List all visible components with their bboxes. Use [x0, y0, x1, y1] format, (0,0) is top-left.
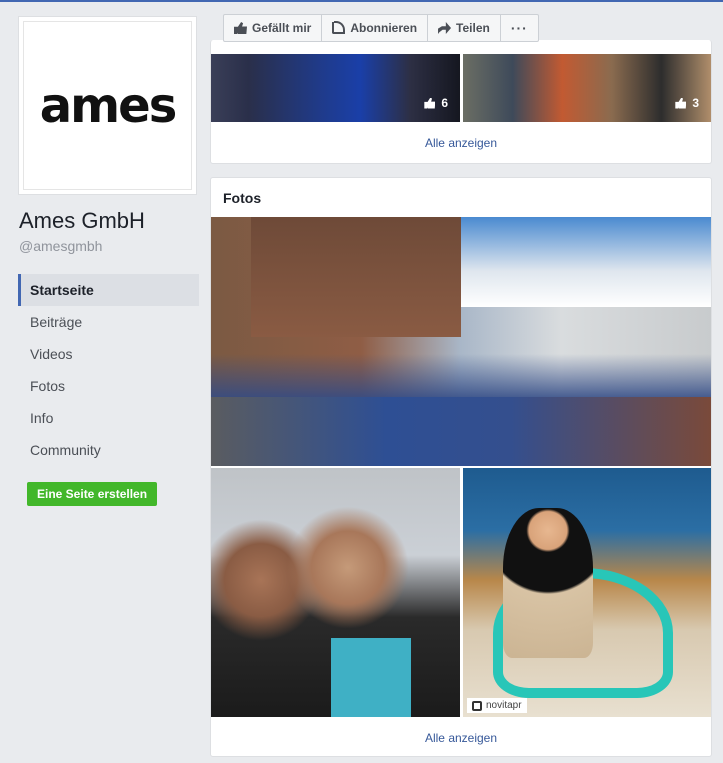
sidebar-item-community[interactable]: Community — [18, 434, 199, 466]
sidebar-item-videos[interactable]: Videos — [18, 338, 199, 370]
repost-badge: novitapr — [467, 698, 527, 713]
repost-username: novitapr — [486, 700, 522, 711]
photo-brick-wall — [251, 217, 461, 337]
photo-women-portrait[interactable] — [211, 468, 460, 717]
videos-card: 6 3 Alle anzeigen — [210, 40, 712, 164]
sidebar-item-beitraege[interactable]: Beiträge — [18, 306, 199, 338]
photos-see-all-link[interactable]: Alle anzeigen — [211, 731, 711, 745]
photo-chair-lounge[interactable]: novitapr — [463, 468, 711, 717]
share-label: Teilen — [456, 21, 490, 35]
page-title[interactable]: Ames GmbH — [19, 208, 145, 234]
sidebar-item-info[interactable]: Info — [18, 402, 199, 434]
share-arrow-icon — [438, 22, 452, 34]
thumbs-up-icon — [675, 97, 687, 109]
logo: ames — [39, 77, 178, 134]
profile-picture[interactable]: ames — [18, 16, 197, 195]
photo-workshop-courtyard[interactable] — [211, 217, 711, 466]
more-options-button[interactable]: ··· — [501, 15, 538, 41]
sidebar-nav: Startseite Beiträge Videos Fotos Info Co… — [18, 274, 199, 466]
page-handle[interactable]: @amesgmbh — [19, 238, 102, 254]
top-accent-line — [0, 0, 723, 2]
photo-blouse — [331, 638, 411, 717]
thumbs-up-icon — [234, 22, 247, 34]
video-like-count: 6 — [441, 96, 448, 110]
subscribe-button[interactable]: Abonnieren — [322, 15, 429, 41]
page-action-bar: Gefällt mir Abonnieren Teilen ··· — [223, 14, 539, 42]
video-thumbnail[interactable]: 6 — [211, 54, 460, 122]
profile-picture-frame: ames — [23, 21, 192, 190]
sidebar-item-startseite[interactable]: Startseite — [18, 274, 199, 306]
sidebar-item-fotos[interactable]: Fotos — [18, 370, 199, 402]
subscribe-label: Abonnieren — [350, 21, 418, 35]
video-likes: 6 — [424, 96, 448, 110]
ellipsis-icon: ··· — [510, 20, 528, 36]
photo-sky — [461, 217, 711, 307]
share-button[interactable]: Teilen — [428, 15, 501, 41]
videos-see-all-link[interactable]: Alle anzeigen — [211, 136, 711, 150]
photos-card: Fotos novitapr Alle anzeigen — [210, 177, 712, 757]
repost-icon — [472, 700, 482, 711]
thumbs-up-icon — [424, 97, 436, 109]
photos-card-title[interactable]: Fotos — [223, 190, 261, 206]
like-button[interactable]: Gefällt mir — [224, 15, 323, 41]
video-thumbnail[interactable]: 3 — [463, 54, 711, 122]
like-label: Gefällt mir — [252, 21, 312, 35]
photo-floor — [211, 397, 711, 466]
create-page-button[interactable]: Eine Seite erstellen — [27, 482, 158, 506]
video-thumbnails: 6 3 — [211, 54, 711, 122]
video-likes: 3 — [675, 96, 699, 110]
rss-icon — [332, 21, 346, 34]
photo-person — [503, 508, 593, 658]
video-like-count: 3 — [692, 96, 699, 110]
